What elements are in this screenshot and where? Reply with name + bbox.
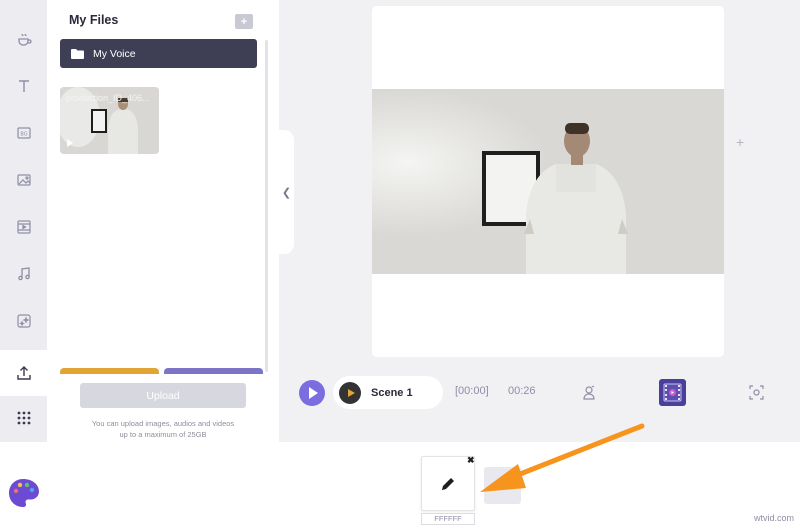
image-icon [16, 174, 31, 186]
annotation-arrow [480, 423, 645, 492]
upload-hint-line: up to a maximum of 25GB [119, 430, 207, 439]
film-icon [663, 383, 682, 402]
upload-button[interactable]: Upload [80, 383, 246, 408]
current-time: [00:00] [455, 385, 489, 397]
music-icon [17, 267, 30, 281]
collapse-panel-button[interactable]: ❮ [279, 130, 294, 254]
panel-title: My Files [69, 13, 119, 27]
folder-name: My Voice [93, 47, 136, 60]
rail-item-images[interactable] [0, 157, 47, 203]
fit-screen-icon[interactable] [749, 385, 764, 400]
scene-name: Scene 1 [371, 386, 413, 399]
new-folder-button[interactable]: + [235, 14, 253, 29]
duration: 00:26 [508, 385, 536, 397]
media-thumbnail[interactable]: production_ID_406... [60, 87, 159, 154]
play-button[interactable] [299, 380, 325, 406]
bottom-bar [0, 442, 800, 529]
upload-hint-line: You can upload images, audios and videos [91, 419, 235, 428]
rail-item-upload[interactable] [0, 350, 47, 396]
media-thumbnail-partial[interactable] [60, 368, 159, 374]
chevron-left-icon: ❮ [281, 186, 292, 199]
add-scene-button[interactable]: + [736, 134, 744, 150]
panel-scrollbar[interactable] [265, 40, 268, 372]
apps-grid-icon [17, 411, 30, 425]
background-icon: BG [16, 127, 31, 139]
pencil-icon [442, 477, 454, 490]
folder-item-my-voice[interactable]: My Voice [60, 39, 257, 68]
play-icon [308, 387, 318, 399]
scene-play-button[interactable] [339, 381, 361, 404]
video-icon [16, 220, 31, 234]
rail-item-videos[interactable] [0, 204, 47, 250]
svg-text:BG: BG [20, 132, 27, 138]
color-hex-field[interactable]: FFFFFF [421, 513, 475, 525]
rail-item-background[interactable]: BG [0, 110, 47, 156]
play-icon [67, 139, 73, 147]
scene-video-button[interactable] [659, 379, 686, 406]
cup-icon [17, 33, 32, 46]
upload-hint: You can upload images, audios and videos… [80, 418, 246, 440]
rail-item-elements[interactable] [0, 16, 47, 62]
scene-canvas[interactable] [372, 6, 724, 357]
sparkle-icon [16, 314, 31, 328]
files-panel: My Files + My Voice production_ID_406...… [47, 0, 279, 442]
upload-icon [16, 366, 31, 380]
rail-item-more-apps[interactable] [0, 395, 47, 441]
scene-image [372, 89, 724, 274]
text-icon [18, 80, 29, 92]
media-name: production_ID_406... [66, 93, 150, 103]
rail-item-text[interactable] [0, 63, 47, 109]
watermark: wtvid.com [754, 513, 795, 523]
left-rail: BG [0, 0, 47, 442]
media-thumbnail-partial[interactable] [164, 368, 263, 374]
scene-video-frame[interactable] [372, 89, 724, 274]
palette-icon[interactable] [7, 477, 39, 509]
voiceover-icon[interactable] [582, 385, 596, 400]
folder-icon [71, 48, 84, 59]
play-icon [347, 388, 355, 397]
rail-item-effects[interactable] [0, 298, 47, 344]
rail-item-music[interactable] [0, 251, 47, 297]
scene-selector[interactable]: Scene 1 [333, 376, 443, 409]
